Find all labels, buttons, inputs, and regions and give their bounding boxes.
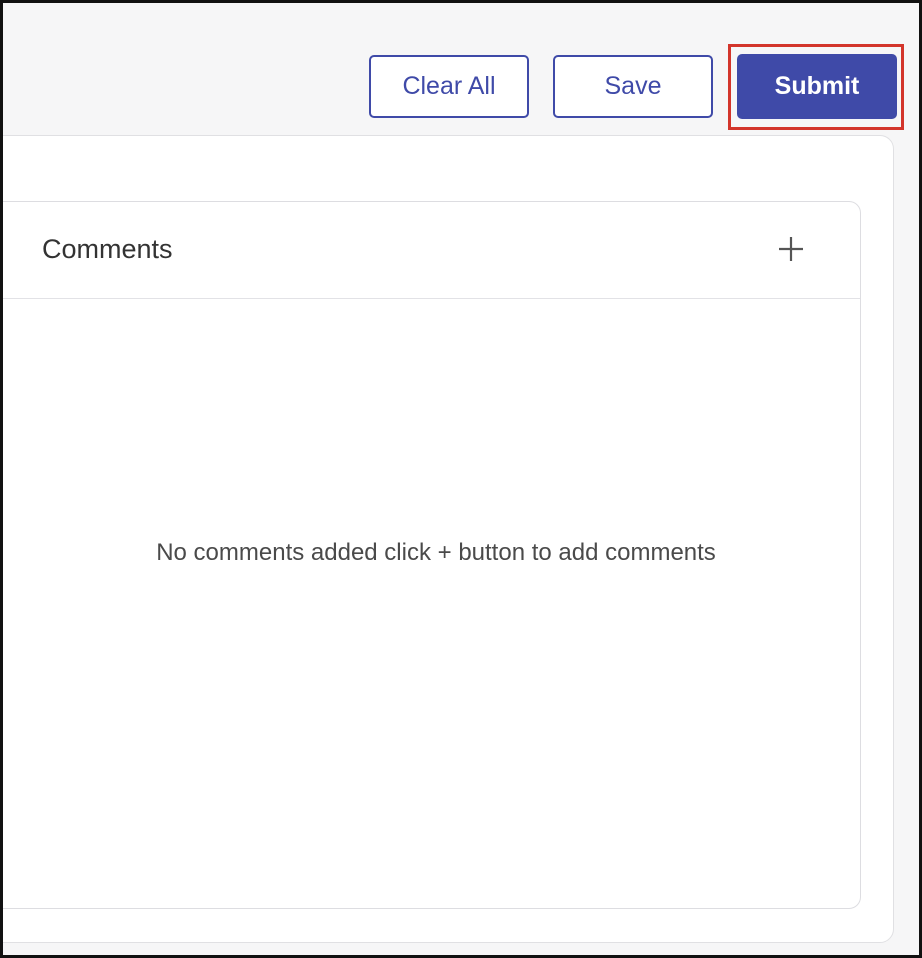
app-frame: Clear All Save Submit Comments No commen… [0, 0, 922, 958]
comments-title: Comments [42, 234, 173, 264]
comments-header: Comments [3, 202, 860, 299]
save-button[interactable]: Save [553, 55, 713, 118]
clear-all-button[interactable]: Clear All [369, 55, 529, 118]
comments-card: Comments No comments added click + butto… [3, 201, 861, 909]
empty-comments-message: No comments added click + button to add … [156, 539, 716, 566]
submit-button[interactable]: Submit [737, 54, 897, 119]
plus-icon[interactable] [776, 234, 806, 264]
